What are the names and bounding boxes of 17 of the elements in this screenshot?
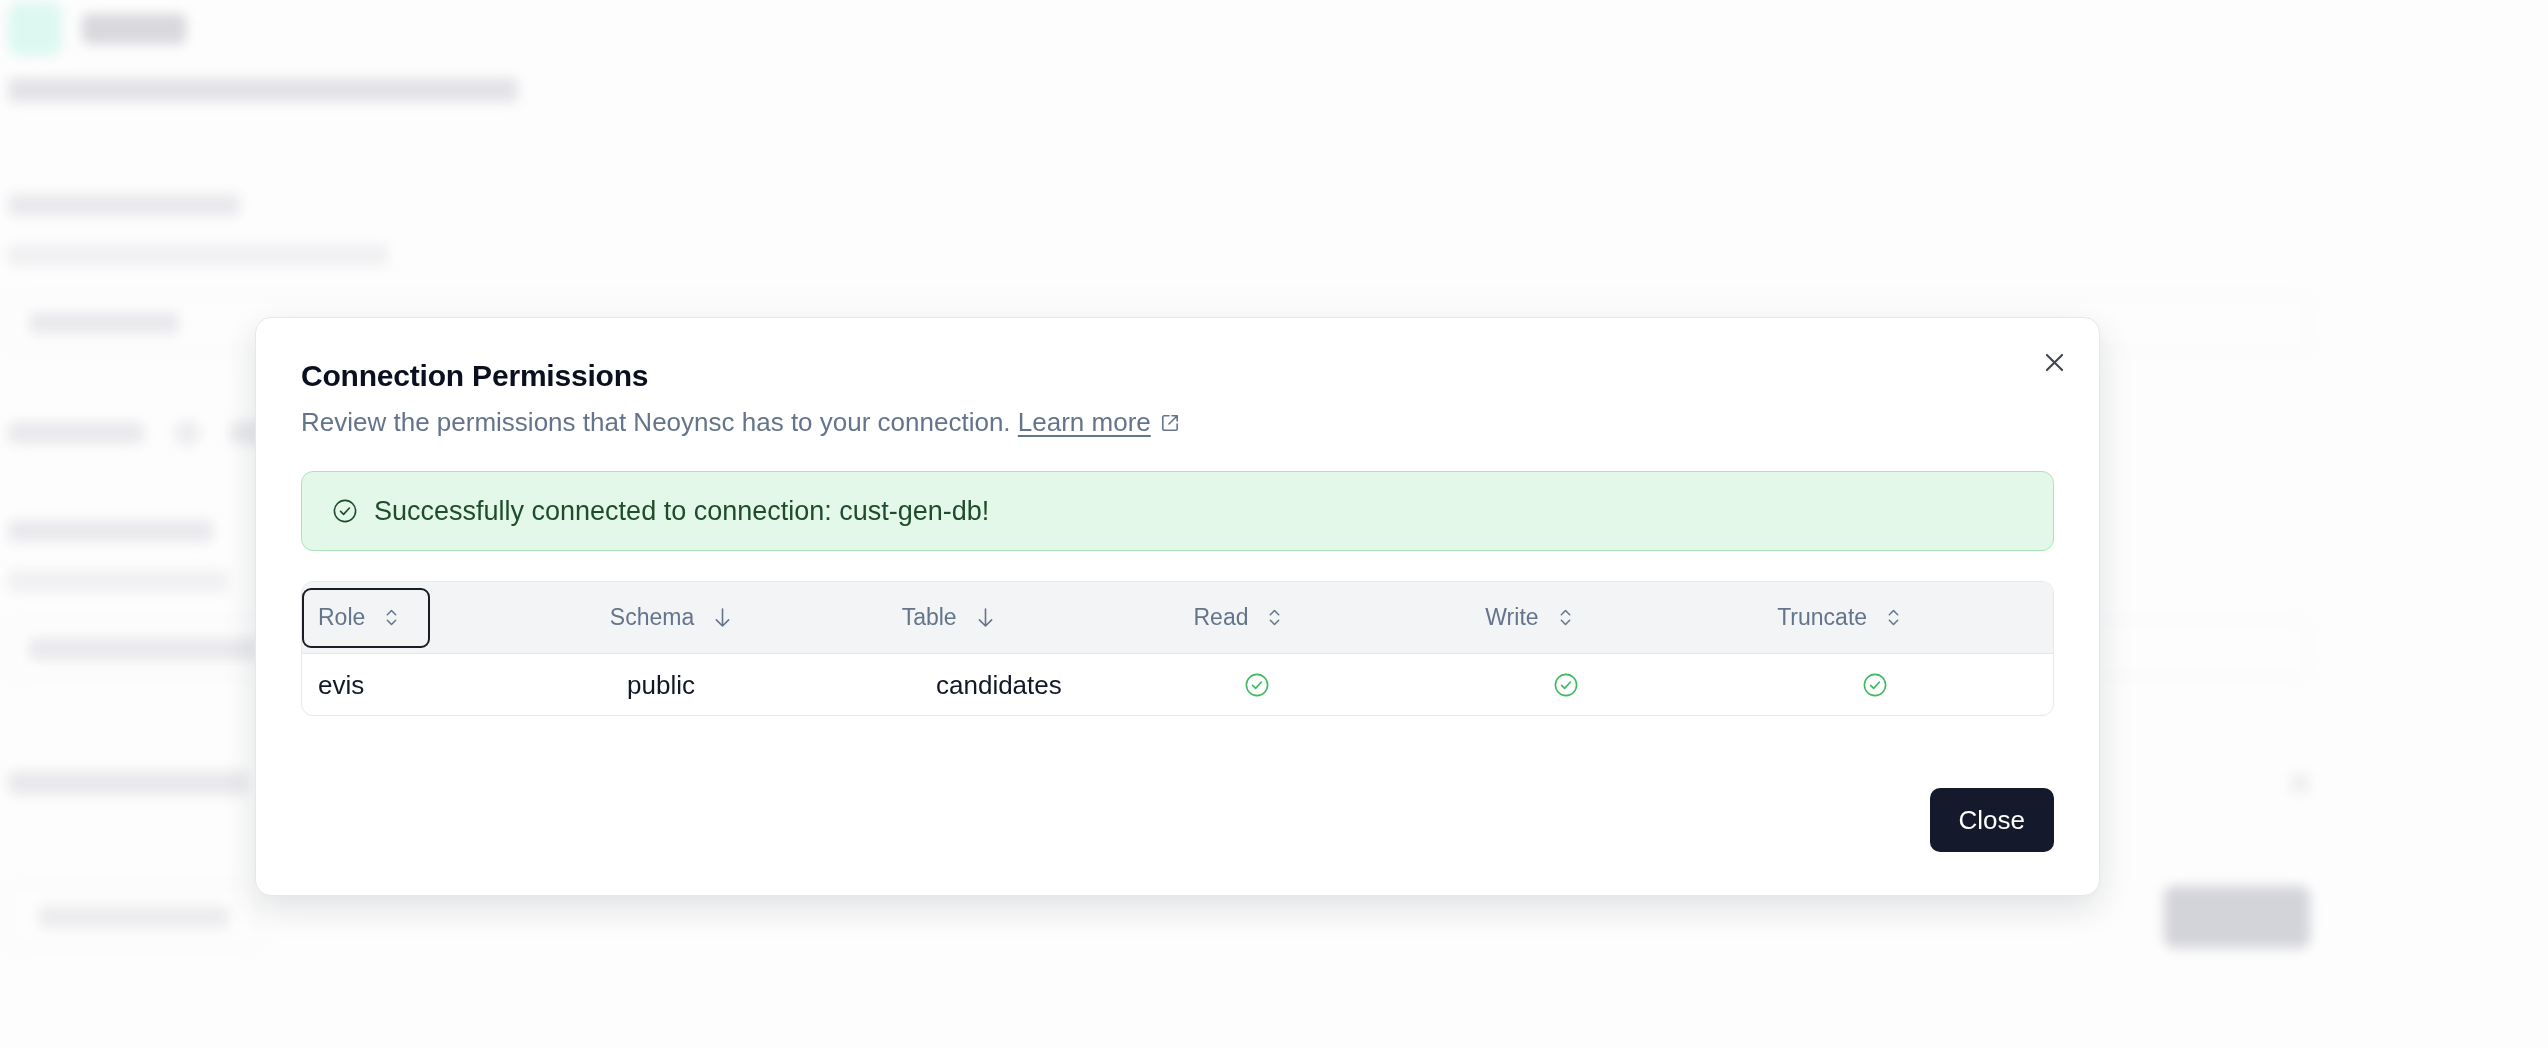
dialog-title: Connection Permissions xyxy=(301,358,650,394)
table-cell: candidates xyxy=(936,668,1062,701)
learn-more-link[interactable]: Learn more xyxy=(1017,405,1180,439)
column-header-button[interactable]: Write xyxy=(1469,587,1604,648)
check-circle-icon xyxy=(333,499,357,523)
column-header-button[interactable]: Truncate xyxy=(1761,587,1933,648)
column-header-button[interactable]: Schema xyxy=(593,587,764,648)
close-icon xyxy=(2045,353,2064,372)
external-link-icon xyxy=(1159,413,1180,433)
table-cell: public xyxy=(627,668,695,701)
alert-message: Successfully connected to connection: cust-gen-db! xyxy=(374,495,990,528)
column-header-button[interactable]: Role xyxy=(302,587,431,648)
column-header-button[interactable]: Read xyxy=(1177,587,1314,648)
close-button[interactable]: Close xyxy=(1929,788,2054,852)
dialog-description: Review the permissions that Neoynsc has to your connection. Learn more xyxy=(301,405,2054,439)
column-header-button[interactable]: Table xyxy=(885,587,1026,648)
table-cell: evis xyxy=(318,668,365,701)
